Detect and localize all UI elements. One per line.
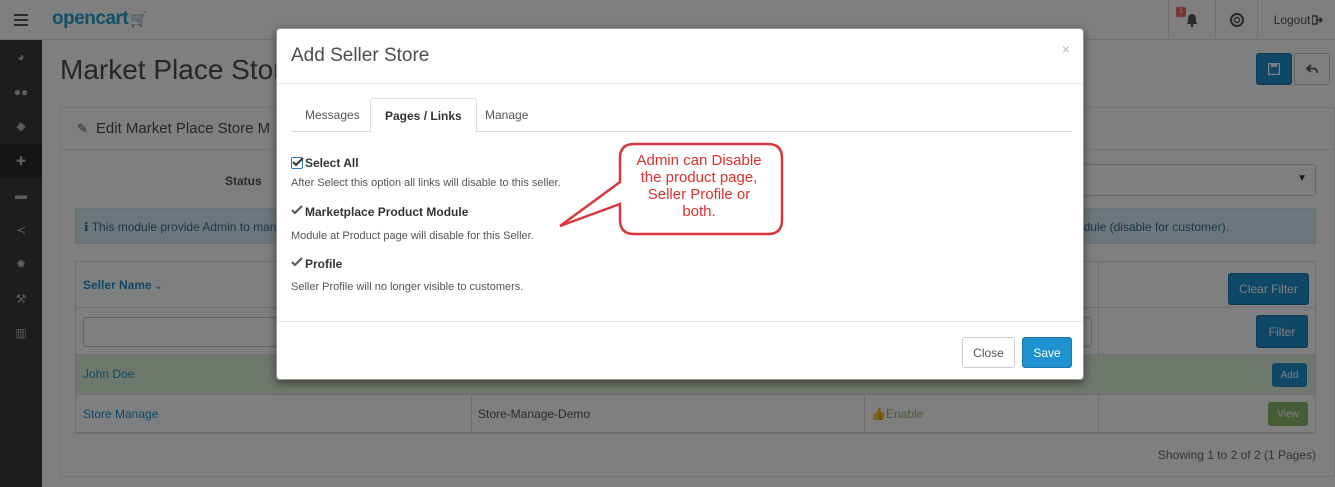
product-module-checkbox[interactable] xyxy=(291,205,303,218)
profile-checkbox[interactable] xyxy=(291,257,303,270)
modal-close-x-button[interactable]: × xyxy=(1062,41,1070,57)
modal-title: Add Seller Store xyxy=(291,45,430,66)
check-icon xyxy=(292,157,304,167)
callout-text: Admin can Disable the product page, Sell… xyxy=(620,152,778,220)
profile-label: Profile xyxy=(305,257,343,271)
modal-header-divider xyxy=(277,83,1083,84)
save-button[interactable]: Save xyxy=(1022,337,1072,368)
select-all-label: Select All xyxy=(305,156,359,170)
tab-manage[interactable]: Manage xyxy=(471,98,542,132)
tab-pages-links[interactable]: Pages / Links xyxy=(370,98,477,133)
callout-line: the product page, xyxy=(640,169,758,186)
close-button[interactable]: Close xyxy=(962,337,1015,368)
annotation-callout: Admin can Disable the product page, Sell… xyxy=(556,142,786,238)
product-module-help: Module at Product page will disable for … xyxy=(291,230,534,242)
callout-line: Admin can Disable xyxy=(636,152,762,169)
profile-checkbox-label[interactable]: Profile xyxy=(291,257,342,271)
select-all-help: After Select this option all links will … xyxy=(291,177,561,189)
profile-help: Seller Profile will no longer visible to… xyxy=(291,281,524,293)
tab-messages[interactable]: Messages xyxy=(291,98,374,132)
product-module-option: Marketplace Product Module xyxy=(291,205,468,219)
select-all-checkbox[interactable] xyxy=(291,157,304,169)
product-module-label: Marketplace Product Module xyxy=(305,205,469,219)
callout-line: both. xyxy=(682,203,716,220)
product-module-checkbox-label[interactable]: Marketplace Product Module xyxy=(291,205,468,219)
profile-option: Profile xyxy=(291,257,342,271)
modal-footer-divider xyxy=(277,321,1083,322)
check-icon xyxy=(291,205,303,215)
modal-tabs: Messages Pages / Links Manage xyxy=(291,98,1072,133)
select-all-option: Select All xyxy=(291,156,359,170)
select-all-checkbox-label[interactable]: Select All xyxy=(291,156,359,170)
check-icon xyxy=(291,257,303,267)
callout-line: Seller Profile or xyxy=(647,186,751,203)
